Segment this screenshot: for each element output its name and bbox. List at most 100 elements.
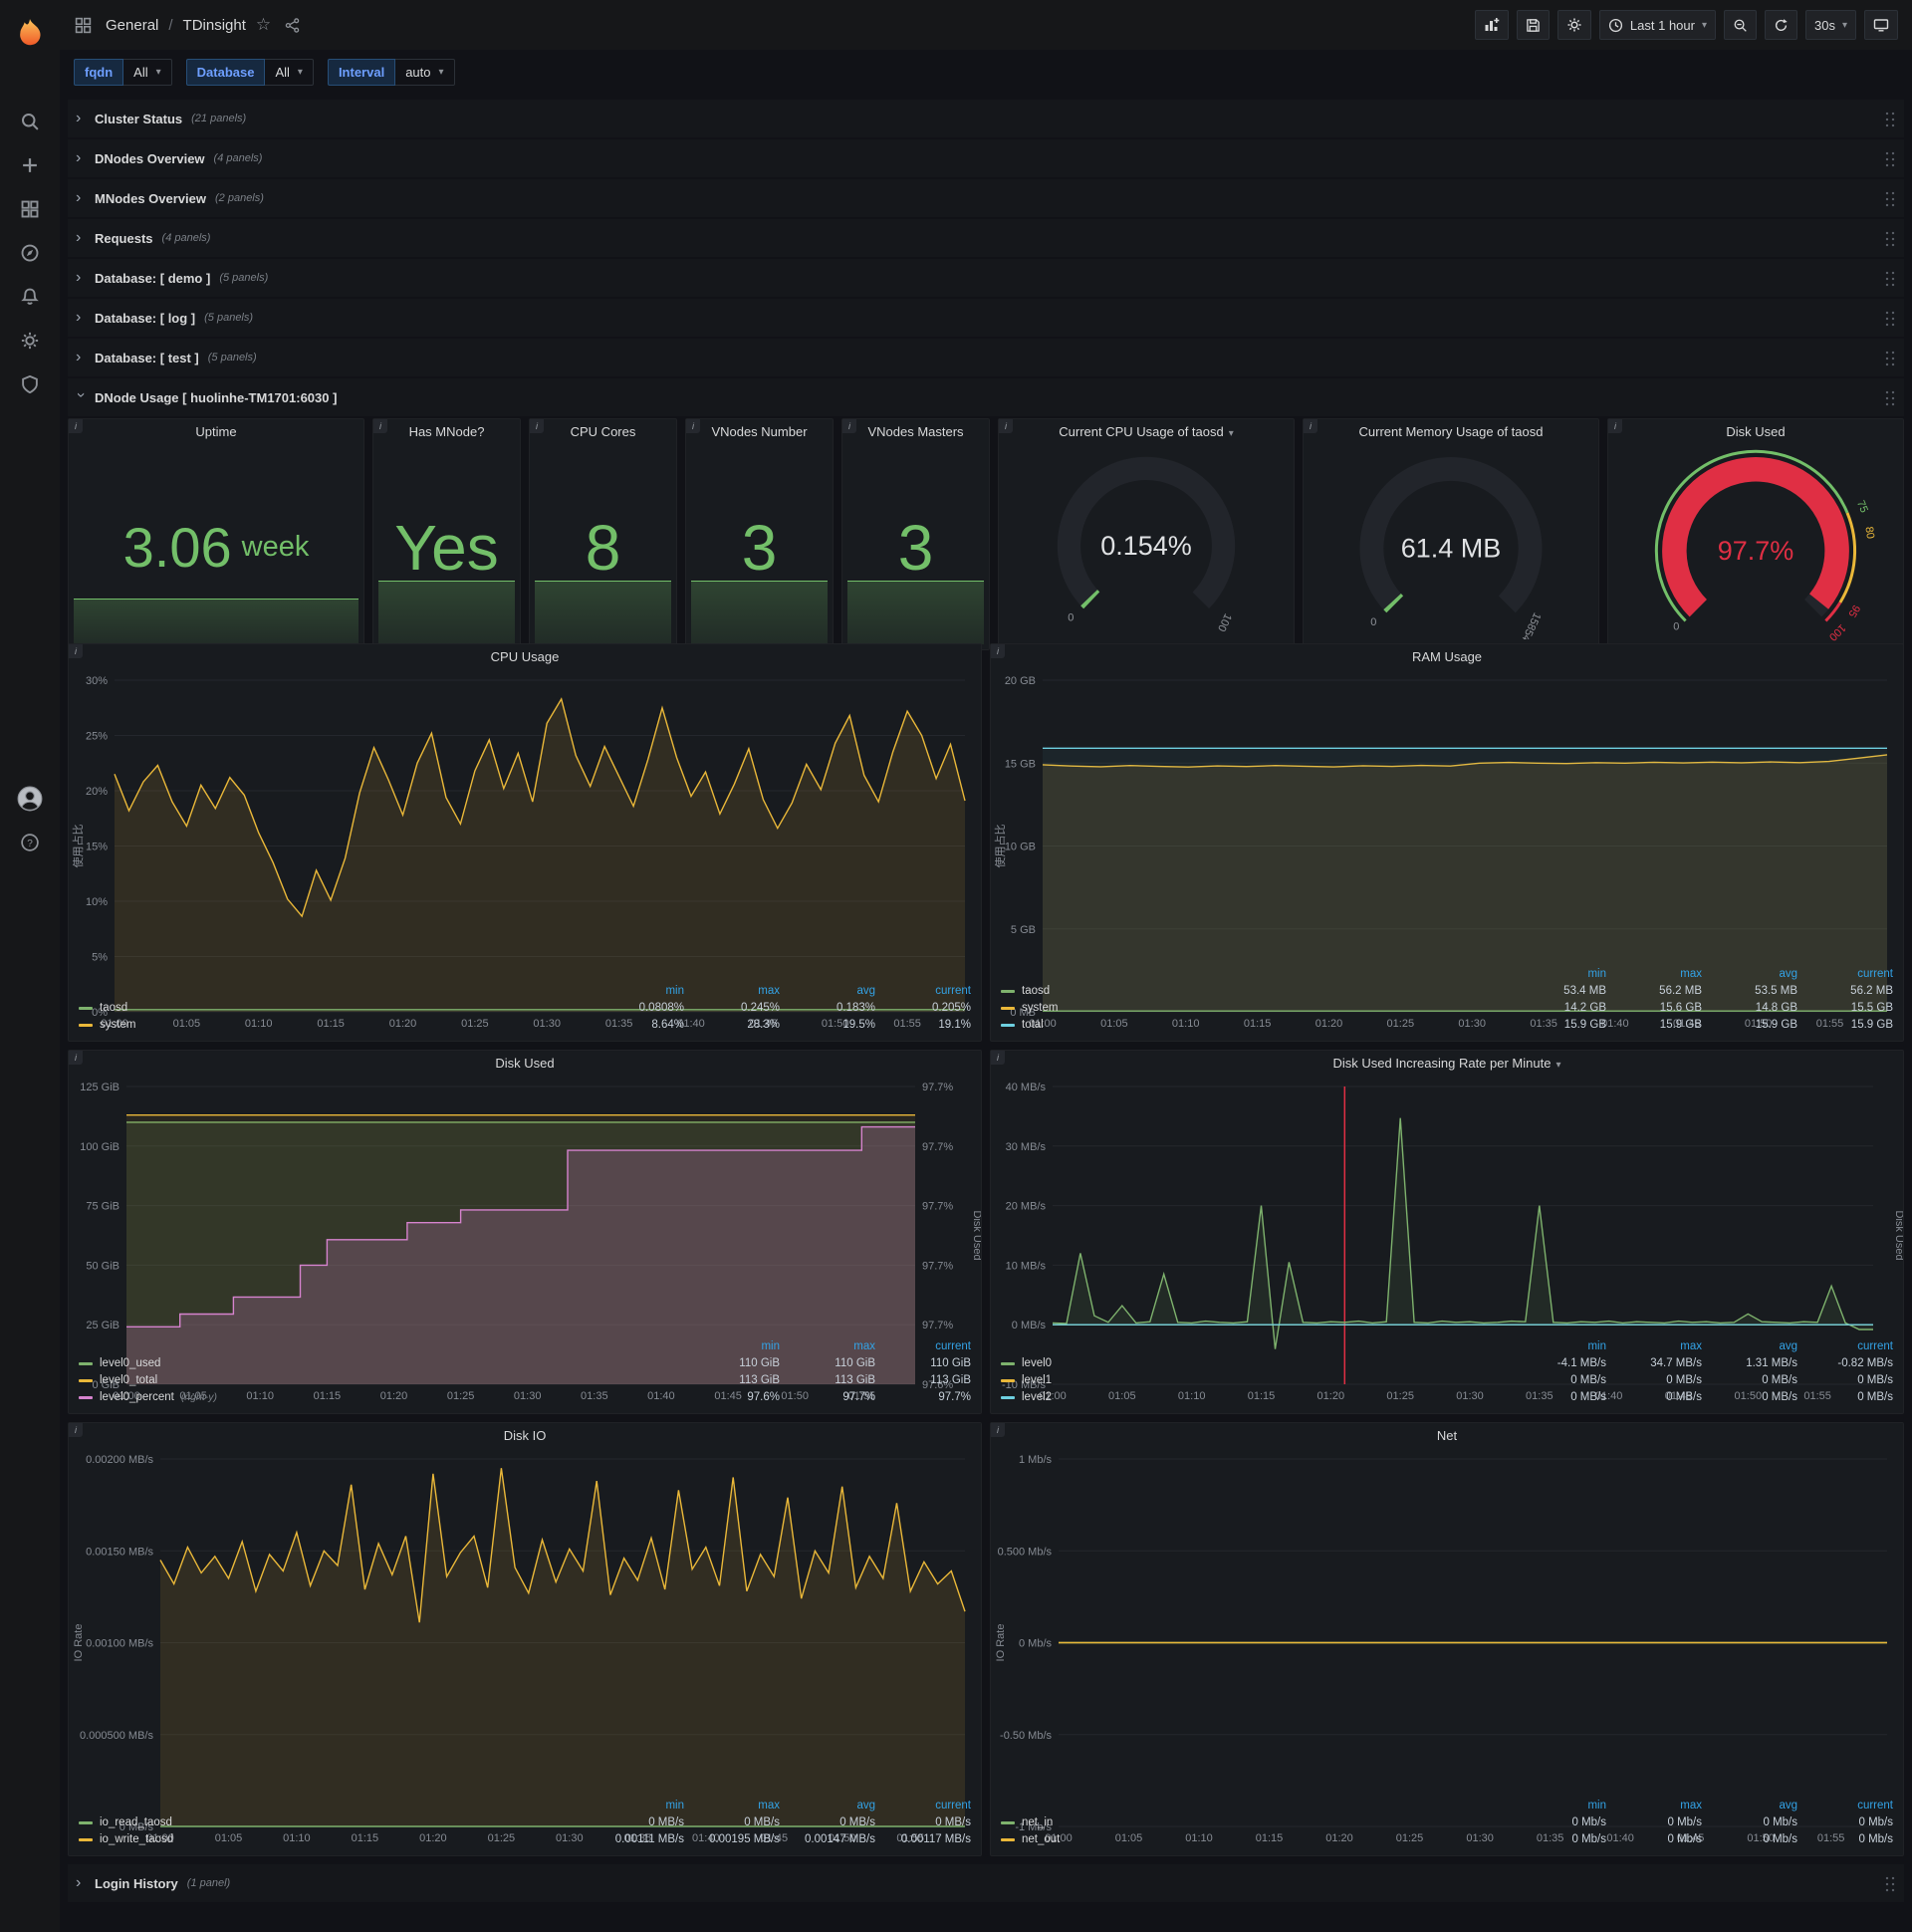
panel-info-icon[interactable]: i — [999, 419, 1013, 433]
panel-info-icon[interactable]: i — [69, 419, 83, 433]
breadcrumb-dashboard-title[interactable]: TDinsight — [183, 17, 246, 34]
legend-column-header[interactable]: min — [1511, 1338, 1606, 1355]
legend-column-header[interactable]: avg — [780, 983, 875, 1000]
cpu-usage-chart[interactable]: 0% 5% 10% 15% 20% 25% 30% 01:00 01:05 01:10 01:15 0… — [69, 670, 981, 1030]
legend-series-toggle[interactable]: level0 — [1001, 1355, 1511, 1372]
variable-database-label[interactable]: Database — [185, 58, 266, 86]
panel-info-icon[interactable]: i — [991, 1051, 1005, 1065]
legend-column-header[interactable]: avg — [1702, 966, 1797, 983]
variable-fqdn-label[interactable]: fqdn — [74, 58, 124, 86]
panel-title[interactable]: Current CPU Usage of taosd ▾ — [999, 419, 1294, 445]
panel-info-icon[interactable]: i — [69, 1423, 83, 1437]
share-icon[interactable] — [281, 14, 303, 36]
ram-usage-chart[interactable]: 0 MB 5 GB 10 GB 15 GB 20 GB 01:00 01:05 01:10 01… — [991, 670, 1903, 1030]
legend-column-header[interactable]: min — [1511, 966, 1606, 983]
legend-series-toggle[interactable]: level1 — [1001, 1372, 1511, 1389]
panel-title[interactable]: VNodes Masters — [842, 419, 989, 445]
legend-column-header[interactable]: max — [1606, 1798, 1702, 1814]
panel-title[interactable]: Disk IO — [69, 1423, 981, 1449]
row-drag-handle[interactable] — [1884, 349, 1896, 366]
panel-info-icon[interactable]: i — [69, 1051, 83, 1065]
panel-menu-caret-icon[interactable]: ▾ — [1229, 428, 1234, 439]
legend-column-header[interactable]: avg — [1702, 1798, 1797, 1814]
legend-column-header[interactable]: max — [1606, 966, 1702, 983]
row-database-test[interactable]: › Database: [ test ] (5 panels) — [68, 339, 1904, 376]
legend-column-header[interactable]: min — [1511, 1798, 1606, 1814]
panel-title[interactable]: VNodes Number — [686, 419, 833, 445]
row-login-history[interactable]: › Login History (1 panel) — [68, 1864, 1904, 1902]
legend-column-header[interactable]: min — [589, 983, 684, 1000]
search-icon[interactable] — [8, 100, 52, 143]
row-database-demo[interactable]: › Database: [ demo ] (5 panels) — [68, 259, 1904, 297]
panel-menu-caret-icon[interactable]: ▾ — [1555, 1060, 1560, 1071]
explore-compass-icon[interactable] — [8, 231, 52, 275]
row-drag-handle[interactable] — [1884, 229, 1896, 247]
legend-series-toggle[interactable]: io_write_taosd — [79, 1831, 589, 1848]
legend-column-header[interactable]: max — [1606, 1338, 1702, 1355]
panel-title[interactable]: Uptime — [69, 419, 363, 445]
add-panel-button[interactable] — [1474, 10, 1509, 40]
create-plus-icon[interactable] — [8, 143, 52, 187]
legend-series-toggle[interactable]: taosd — [79, 1000, 589, 1017]
legend-column-header[interactable]: min — [589, 1798, 684, 1814]
refresh-button[interactable] — [1765, 10, 1797, 40]
panel-info-icon[interactable]: i — [991, 644, 1005, 658]
cycle-view-tv-button[interactable] — [1864, 10, 1898, 40]
panel-info-icon[interactable]: i — [373, 419, 387, 433]
panel-title[interactable]: Has MNode? — [373, 419, 520, 445]
legend-series-toggle[interactable]: system — [79, 1017, 589, 1034]
panel-title[interactable]: RAM Usage — [991, 644, 1903, 670]
panel-title[interactable]: Disk Used — [1608, 419, 1903, 445]
alerting-bell-icon[interactable] — [8, 275, 52, 319]
row-mnodes-overview[interactable]: › MNodes Overview (2 panels) — [68, 179, 1904, 217]
legend-series-toggle[interactable]: net_in — [1001, 1814, 1511, 1831]
variable-fqdn-value-dropdown[interactable]: All ▾ — [123, 58, 172, 86]
legend-column-header[interactable]: max — [684, 1798, 780, 1814]
refresh-interval-dropdown[interactable]: 30s ▾ — [1805, 10, 1856, 40]
dashboard-grid-icon[interactable] — [70, 12, 96, 38]
panel-title[interactable]: CPU Cores — [530, 419, 676, 445]
legend-column-header[interactable]: max — [684, 983, 780, 1000]
row-database-log[interactable]: › Database: [ log ] (5 panels) — [68, 299, 1904, 337]
legend-column-header[interactable]: current — [1797, 966, 1893, 983]
row-requests[interactable]: › Requests (4 panels) — [68, 219, 1904, 257]
row-drag-handle[interactable] — [1884, 189, 1896, 207]
net-chart[interactable]: -1 Mb/s -0.50 Mb/s 0 Mb/s 0.500 Mb/s 1 Mb/s 0… — [991, 1449, 1903, 1844]
row-dnode-usage[interactable]: › DNode Usage [ huolinhe-TM1701:6030 ] — [68, 378, 1904, 416]
time-range-picker[interactable]: Last 1 hour ▾ — [1598, 10, 1716, 40]
row-drag-handle[interactable] — [1884, 110, 1896, 127]
legend-series-toggle[interactable]: level0_total — [79, 1372, 684, 1389]
row-drag-handle[interactable] — [1884, 1874, 1896, 1892]
panel-info-icon[interactable]: i — [530, 419, 544, 433]
variable-interval-label[interactable]: Interval — [327, 58, 396, 86]
legend-series-toggle[interactable]: io_read_taosd — [79, 1814, 589, 1831]
row-dnodes-overview[interactable]: › DNodes Overview (4 panels) — [68, 139, 1904, 177]
zoom-out-button[interactable] — [1724, 10, 1757, 40]
dashboard-settings-button[interactable] — [1556, 10, 1591, 40]
disk-rate-chart[interactable]: -10 MB/s 0 MB/s 10 MB/s 20 MB/s 30 MB/s 40 MB… — [991, 1077, 1905, 1402]
panel-title[interactable]: Current Memory Usage of taosd — [1304, 419, 1598, 445]
disk-used-chart[interactable]: 0 GiB 97.6% 25 GiB 97.7% 50 GiB 97.7% 75 GiB 97… — [69, 1077, 983, 1402]
legend-series-toggle[interactable]: system — [1001, 1000, 1511, 1017]
panel-info-icon[interactable]: i — [991, 1423, 1005, 1437]
legend-series-toggle[interactable]: net_out — [1001, 1831, 1511, 1848]
panel-info-icon[interactable]: i — [842, 419, 856, 433]
legend-column-header[interactable]: current — [1797, 1798, 1893, 1814]
legend-column-header[interactable]: current — [875, 1798, 971, 1814]
row-drag-handle[interactable] — [1884, 269, 1896, 287]
panel-info-icon[interactable]: i — [1608, 419, 1622, 433]
legend-column-header[interactable]: current — [1797, 1338, 1893, 1355]
legend-series-toggle[interactable]: level2 — [1001, 1389, 1511, 1406]
legend-column-header[interactable]: current — [875, 1338, 971, 1355]
panel-info-icon[interactable]: i — [686, 419, 700, 433]
configuration-gear-icon[interactable] — [8, 319, 52, 362]
server-admin-shield-icon[interactable] — [8, 362, 52, 406]
panel-info-icon[interactable]: i — [69, 644, 83, 658]
legend-series-toggle[interactable]: level0_used — [79, 1355, 684, 1372]
legend-column-header[interactable]: max — [780, 1338, 875, 1355]
legend-series-toggle[interactable]: level0_percent (right-y) — [79, 1389, 684, 1406]
row-drag-handle[interactable] — [1884, 149, 1896, 167]
dashboards-icon[interactable] — [8, 187, 52, 231]
disk-io-chart[interactable]: 0 MB/s 0.000500 MB/s 0.00100 MB/s 0.00150 M… — [69, 1449, 981, 1844]
panel-title[interactable]: Disk Used — [69, 1051, 981, 1077]
